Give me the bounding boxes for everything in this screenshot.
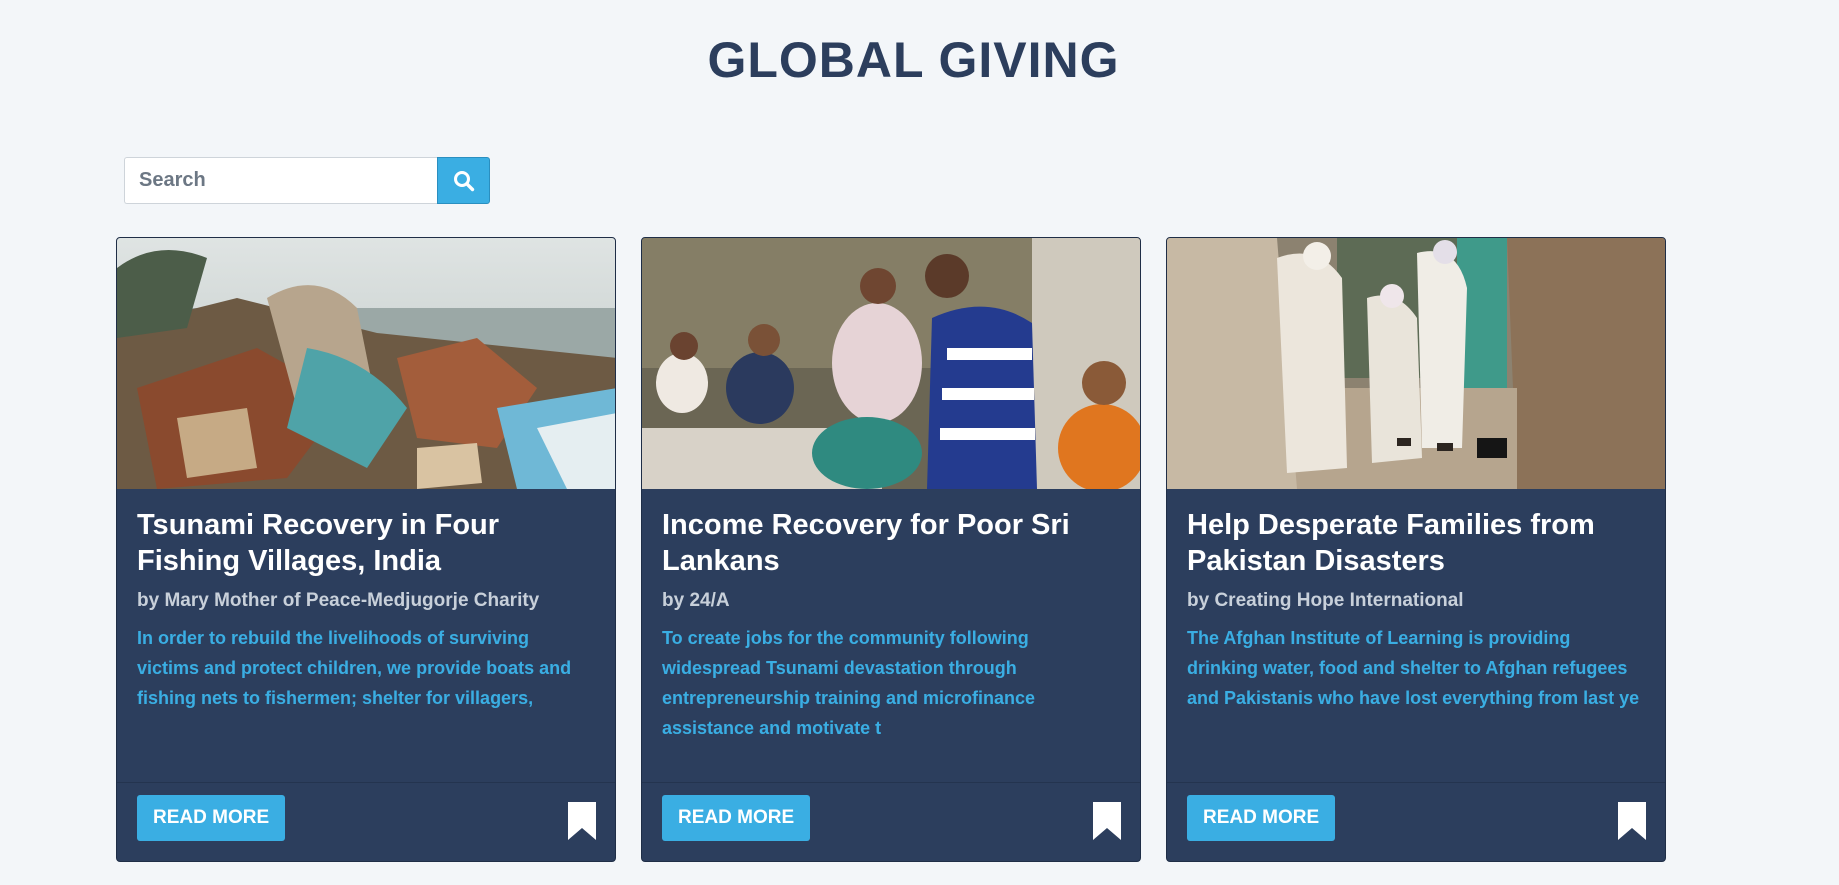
project-description: To create jobs for the community followi… xyxy=(662,628,1036,738)
project-author: by Mary Mother of Peace-Medjugorje Chari… xyxy=(137,590,540,611)
project-card: Help Desperate Families from Pakistan Di… xyxy=(1166,237,1666,862)
project-title[interactable]: Help Desperate Families from Pakistan Di… xyxy=(1187,507,1645,579)
bookmark-icon[interactable] xyxy=(1617,801,1647,841)
project-image xyxy=(642,238,1140,489)
search-button[interactable] xyxy=(437,157,490,204)
read-more-button[interactable]: READ MORE xyxy=(662,795,811,841)
project-card-list: Tsunami Recovery in Four Fishing Village… xyxy=(116,237,1666,862)
project-card: Tsunami Recovery in Four Fishing Village… xyxy=(116,237,616,862)
project-author: by 24/A xyxy=(662,590,730,611)
read-more-button[interactable]: READ MORE xyxy=(137,795,286,841)
page-title: GLOBAL GIVING xyxy=(707,32,1120,88)
project-image xyxy=(1167,238,1665,489)
search-bar xyxy=(124,157,490,204)
search-icon xyxy=(453,170,474,191)
project-title[interactable]: Tsunami Recovery in Four Fishing Village… xyxy=(137,507,595,579)
card-footer: READ MORE xyxy=(117,782,615,861)
project-title[interactable]: Income Recovery for Poor Sri Lankans xyxy=(662,507,1120,579)
project-author: by Creating Hope International xyxy=(1187,590,1464,611)
bookmark-icon[interactable] xyxy=(1092,801,1122,841)
project-description: The Afghan Institute of Learning is prov… xyxy=(1187,628,1640,708)
bookmark-icon[interactable] xyxy=(567,801,597,841)
card-footer: READ MORE xyxy=(1167,782,1665,861)
search-input[interactable] xyxy=(124,157,437,204)
card-footer: READ MORE xyxy=(642,782,1140,861)
project-description: In order to rebuild the livelihoods of s… xyxy=(137,628,572,708)
read-more-button[interactable]: READ MORE xyxy=(1187,795,1336,841)
project-image xyxy=(117,238,615,489)
project-card: Income Recovery for Poor Sri Lankans by … xyxy=(641,237,1141,862)
